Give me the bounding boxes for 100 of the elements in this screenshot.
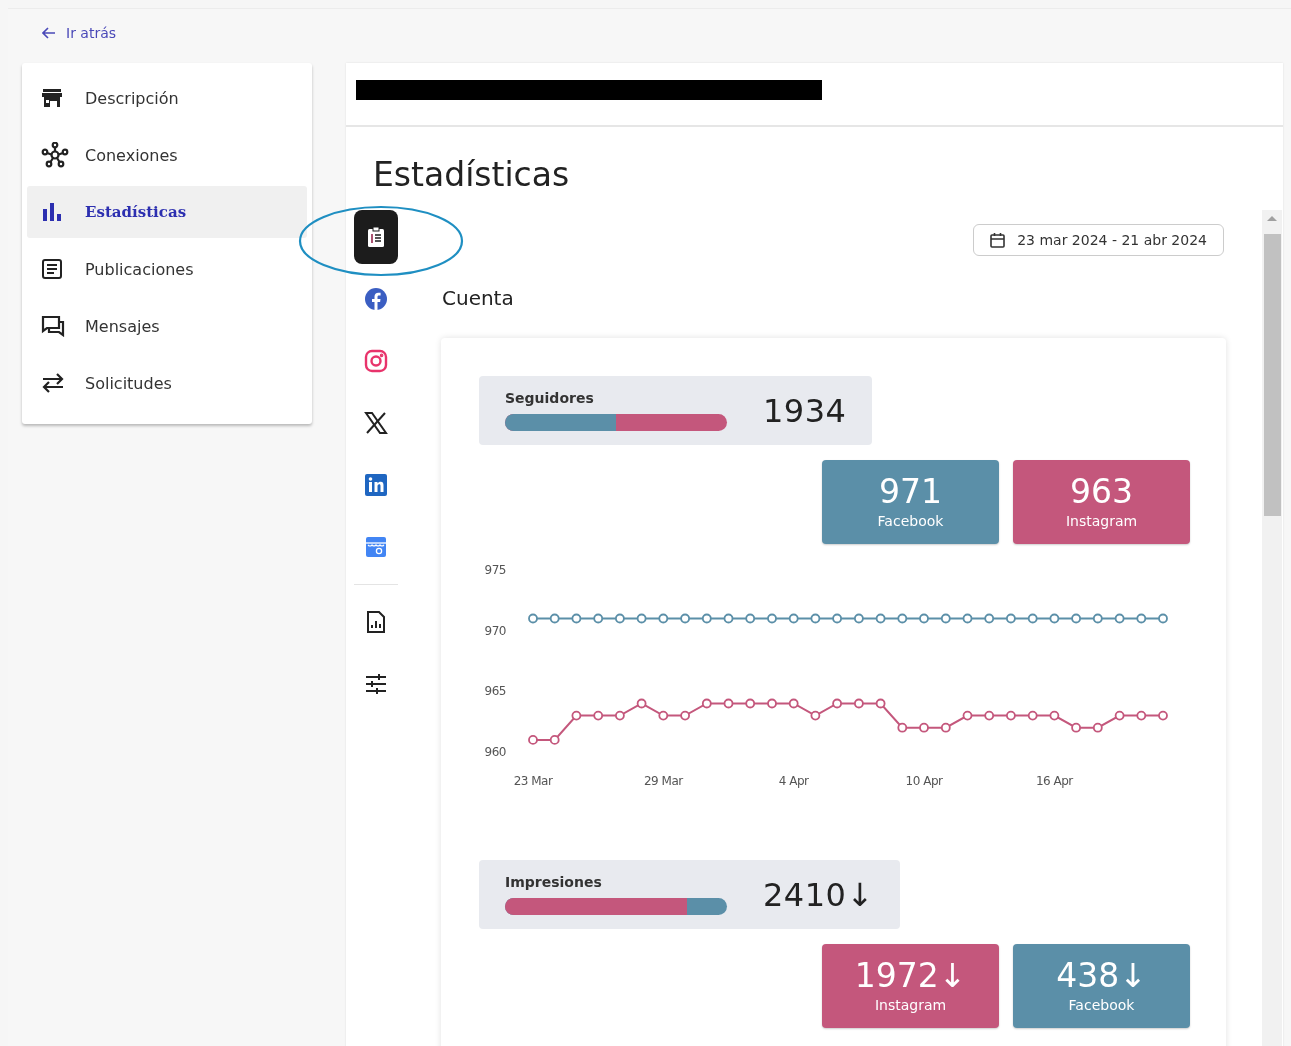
data-point	[1092, 613, 1103, 624]
data-point	[767, 698, 777, 709]
chat-icon	[41, 315, 65, 337]
data-point	[810, 613, 821, 624]
data-point	[788, 613, 799, 624]
f-logo-icon	[364, 287, 388, 311]
x-tick-label: 4 Apr	[778, 774, 809, 788]
data-point	[897, 613, 908, 624]
camera-logo-icon	[364, 349, 388, 373]
data-point	[1071, 613, 1081, 624]
data-point	[745, 698, 756, 709]
data-point	[571, 710, 582, 721]
breakdown-label: Instagram	[1065, 513, 1138, 530]
breakdown-label: Facebook	[877, 513, 944, 530]
x-tick-label: 29 Mar	[644, 774, 683, 788]
swap-arrows-icon	[41, 373, 65, 393]
sliders-icon	[365, 673, 387, 695]
breakdown-value: 438↓	[1056, 958, 1147, 994]
sidebar-item[interactable]: Publicaciones	[27, 243, 307, 295]
metric-total: 1934	[763, 391, 847, 430]
data-point	[615, 613, 625, 624]
data-point	[1114, 710, 1125, 721]
bar-chart-icon	[41, 202, 63, 222]
data-point	[615, 710, 625, 721]
data-point	[636, 698, 647, 709]
data-point	[875, 698, 886, 709]
data-point	[919, 613, 929, 624]
back-arrow-icon	[42, 27, 56, 39]
y-tick-label: 970	[484, 623, 506, 638]
network-icon	[41, 142, 69, 168]
date-range-button[interactable]: 23 mar 2024 - 21 abr 2024	[973, 224, 1224, 256]
data-point	[658, 710, 669, 721]
data-point	[723, 613, 734, 624]
data-point	[940, 613, 951, 624]
document-icon	[41, 258, 63, 280]
data-point	[1049, 613, 1060, 624]
sidebar-item[interactable]: Estadísticas	[27, 186, 307, 238]
data-point	[680, 710, 690, 721]
in-logo-icon	[365, 474, 387, 496]
data-point	[1114, 613, 1125, 624]
data-point	[832, 698, 842, 709]
source-tab[interactable]	[354, 210, 398, 264]
sidebar-item[interactable]: Mensajes	[27, 300, 307, 352]
x-logo-icon	[364, 411, 388, 435]
x-tick-label: 23 Mar	[513, 774, 553, 788]
data-point	[962, 613, 973, 624]
breakdown-value: 1972↓	[854, 958, 967, 994]
data-point	[832, 613, 842, 624]
data-point	[810, 710, 821, 721]
back-link[interactable]: Ir atrás	[42, 25, 117, 41]
data-point	[962, 710, 973, 721]
data-point	[658, 613, 669, 624]
data-point	[1049, 710, 1060, 721]
data-point	[984, 710, 995, 721]
data-point	[854, 613, 864, 624]
metric-title: Seguidores	[505, 390, 595, 406]
data-point	[680, 613, 690, 624]
breakdown-value: 971	[879, 474, 942, 510]
breakdown-label: Facebook	[1068, 997, 1135, 1014]
y-tick-label: 965	[484, 684, 506, 699]
data-point	[1158, 710, 1168, 721]
data-point	[1136, 613, 1147, 624]
data-point	[636, 613, 647, 624]
data-point	[1006, 613, 1016, 624]
storefront-icon	[364, 536, 388, 558]
data-point	[1006, 710, 1016, 721]
scrollbar[interactable]	[1262, 210, 1282, 1046]
section-title: Cuenta	[442, 286, 515, 310]
data-point	[875, 613, 886, 624]
data-point	[701, 698, 712, 709]
data-point	[1158, 613, 1168, 624]
metric-total: 2410↓	[763, 875, 874, 914]
data-point	[549, 613, 560, 624]
data-point	[919, 722, 929, 733]
report-icon	[366, 610, 386, 634]
x-tick-label: 10 Apr	[905, 774, 943, 788]
x-tick-label: 16 Apr	[1035, 774, 1073, 788]
data-point	[701, 613, 712, 624]
data-point	[788, 698, 799, 709]
page-title: Estadísticas	[373, 155, 571, 194]
y-tick-label: 975	[484, 563, 506, 577]
data-point	[593, 710, 604, 721]
data-point	[1027, 613, 1038, 624]
data-point	[745, 613, 756, 624]
data-point	[528, 735, 538, 745]
y-tick-label: 960	[484, 745, 506, 759]
sidebar-item[interactable]: Conexiones	[27, 129, 307, 181]
clipboard-icon	[366, 226, 386, 248]
data-point	[549, 735, 560, 745]
data-point	[571, 613, 582, 624]
data-point	[593, 613, 604, 624]
data-point	[1092, 722, 1103, 733]
data-point	[767, 613, 777, 624]
data-point	[984, 613, 995, 624]
sidebar-item[interactable]: Descripción	[27, 72, 307, 124]
data-point	[897, 722, 908, 733]
data-point	[940, 722, 951, 733]
sidebar-item[interactable]: Solicitudes	[27, 357, 307, 409]
data-point	[854, 698, 864, 709]
data-point	[1136, 710, 1147, 721]
